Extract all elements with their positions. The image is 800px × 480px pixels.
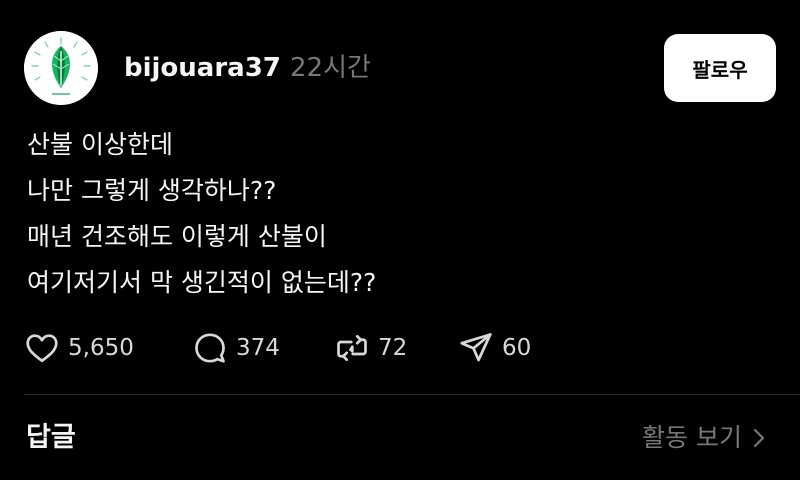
view-activity-label: 활동 보기 — [642, 423, 742, 452]
repost-icon — [337, 334, 367, 362]
divider — [24, 394, 800, 395]
comment-bubble-icon — [195, 333, 225, 363]
comment-count: 374 — [236, 335, 280, 361]
post-text-line: 여기저기서 막 생긴적이 없는데?? — [27, 268, 377, 297]
author-username[interactable]: bijouara37 — [124, 50, 281, 86]
like-count: 5,650 — [68, 335, 134, 361]
send-icon — [460, 333, 492, 362]
share-count: 60 — [502, 335, 532, 361]
view-activity-link[interactable]: 활동 보기 — [642, 418, 766, 458]
like-button[interactable]: 5,650 — [24, 330, 134, 366]
share-button[interactable]: 60 — [458, 330, 531, 366]
chevron-right-icon — [753, 428, 765, 448]
comment-button[interactable]: 374 — [192, 330, 280, 366]
heart-icon — [26, 334, 58, 363]
post-body: 산불 이상한데 나만 그렇게 생각하나?? 매년 건조해도 이렇게 산불이 여기… — [27, 122, 767, 306]
post-text-line: 매년 건조해도 이렇게 산불이 — [27, 222, 327, 251]
post-text-line: 산불 이상한데 — [27, 130, 173, 159]
repost-button[interactable]: 72 — [334, 330, 407, 366]
repost-count: 72 — [378, 335, 408, 361]
replies-heading: 답글 — [26, 422, 76, 453]
post-text-line: 나만 그렇게 생각하나?? — [27, 176, 277, 205]
follow-button[interactable]: 팔로우 — [664, 34, 776, 102]
avatar[interactable] — [24, 31, 98, 105]
green-leaf-logo-icon — [24, 31, 98, 105]
post-timestamp: 22시간 — [290, 53, 371, 83]
